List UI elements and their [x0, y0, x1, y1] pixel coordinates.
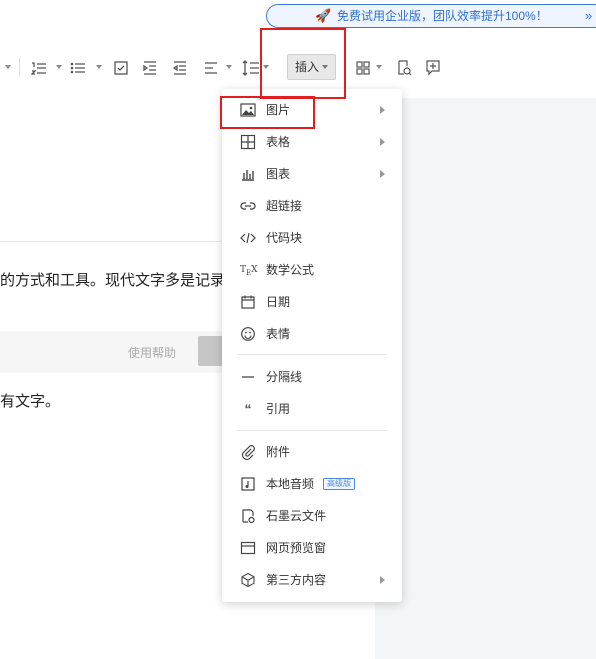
ordered-list-icon[interactable]: [31, 58, 47, 78]
menu-item-math-formula[interactable]: TEX 数学公式: [222, 256, 402, 284]
menu-item-hyperlink[interactable]: 超链接: [222, 192, 402, 220]
dropdown-caret-icon[interactable]: [376, 65, 382, 69]
menu-item-code-block[interactable]: 代码块: [222, 224, 402, 252]
divider-icon: [240, 369, 256, 385]
menu-item-label: 表情: [266, 327, 291, 341]
attachment-icon: [240, 444, 256, 460]
image-icon: [240, 102, 256, 118]
dropdown-caret-icon[interactable]: [5, 65, 11, 69]
document-text-line: 有文字。: [0, 393, 61, 410]
align-icon[interactable]: [203, 58, 219, 78]
menu-item-date[interactable]: 日期: [222, 288, 402, 316]
menu-item-webpage-preview[interactable]: 网页预览窗: [222, 534, 402, 562]
checkbox-icon[interactable]: [113, 58, 129, 78]
webpage-icon: [240, 540, 256, 556]
menu-item-label: 图表: [266, 167, 291, 181]
menu-divider: [237, 354, 387, 355]
insert-menu: 图片 表格 图表 超链接 代码块 TEX 数学公式 日期 表情 分隔线 “ 引用: [222, 89, 402, 602]
indent-increase-icon[interactable]: [142, 58, 158, 78]
menu-item-quote[interactable]: “ 引用: [222, 395, 402, 423]
promo-text: 免费试用企业版，团队效率提升100%！: [337, 9, 548, 23]
submenu-arrow-icon: [380, 576, 385, 584]
dropdown-caret-icon[interactable]: [56, 65, 62, 69]
menu-item-label: 代码块: [266, 231, 303, 245]
calendar-icon: [240, 294, 256, 310]
menu-item-label: 附件: [266, 445, 291, 459]
menu-item-local-audio[interactable]: 本地音频 高级版: [222, 470, 402, 498]
menu-item-label: 超链接: [266, 199, 303, 213]
rocket-icon: 🚀: [315, 8, 332, 23]
add-comment-icon[interactable]: [425, 58, 441, 78]
toolbar-divider: [19, 58, 20, 76]
menu-item-label: 引用: [266, 402, 291, 416]
menu-item-third-party[interactable]: 第三方内容: [222, 566, 402, 594]
menu-item-label: 网页预览窗: [266, 541, 327, 555]
search-doc-icon[interactable]: [396, 58, 412, 78]
indent-decrease-icon[interactable]: [172, 58, 188, 78]
menu-item-label: 本地音频: [266, 477, 315, 491]
dropdown-caret-icon[interactable]: [96, 65, 102, 69]
dropdown-caret-icon[interactable]: [226, 65, 232, 69]
menu-item-label: 图片: [266, 103, 291, 117]
grid-icon[interactable]: [355, 58, 371, 78]
menu-item-image[interactable]: 图片: [222, 96, 402, 124]
quote-icon: “: [244, 401, 252, 417]
insert-button[interactable]: 插入: [287, 54, 336, 80]
menu-item-label: 表格: [266, 135, 291, 149]
menu-item-label: 数学公式: [266, 263, 315, 277]
insert-label: 插入: [295, 60, 320, 74]
cube-icon: [240, 572, 256, 588]
chevron-down-icon: [322, 65, 328, 69]
chart-icon: [240, 166, 256, 182]
emoji-icon: [240, 326, 256, 342]
code-icon: [240, 230, 256, 246]
menu-divider: [237, 430, 387, 431]
tex-icon: TEX: [240, 265, 258, 277]
link-icon: [240, 198, 256, 214]
audio-icon: [240, 476, 256, 492]
menu-item-chart[interactable]: 图表: [222, 160, 402, 188]
bullet-list-icon[interactable]: [70, 58, 86, 78]
cloud-file-icon: [240, 508, 256, 524]
submenu-arrow-icon: [380, 138, 385, 146]
menu-item-table[interactable]: 表格: [222, 128, 402, 156]
menu-item-label: 日期: [266, 295, 291, 309]
menu-item-label: 第三方内容: [266, 573, 327, 587]
menu-item-label: 石墨云文件: [266, 509, 327, 523]
help-button[interactable]: 使用帮助: [128, 344, 176, 361]
menu-item-label: 分隔线: [266, 370, 303, 384]
line-height-icon[interactable]: [242, 58, 260, 78]
promo-banner[interactable]: 🚀 免费试用企业版，团队效率提升100%！ »: [266, 4, 596, 28]
menu-item-divider-line[interactable]: 分隔线: [222, 363, 402, 391]
menu-item-attachment[interactable]: 附件: [222, 438, 402, 466]
help-bar: [0, 331, 230, 373]
dropdown-caret-icon[interactable]: [263, 65, 269, 69]
menu-item-cloud-file[interactable]: 石墨云文件: [222, 502, 402, 530]
menu-item-emoji[interactable]: 表情: [222, 320, 402, 348]
premium-badge: 高级版: [323, 478, 355, 490]
double-chevron-icon[interactable]: »: [585, 5, 592, 27]
submenu-arrow-icon: [380, 106, 385, 114]
table-icon: [240, 134, 256, 150]
submenu-arrow-icon: [380, 170, 385, 178]
document-text-line: 的方式和工具。现代文字多是记录: [0, 272, 226, 289]
